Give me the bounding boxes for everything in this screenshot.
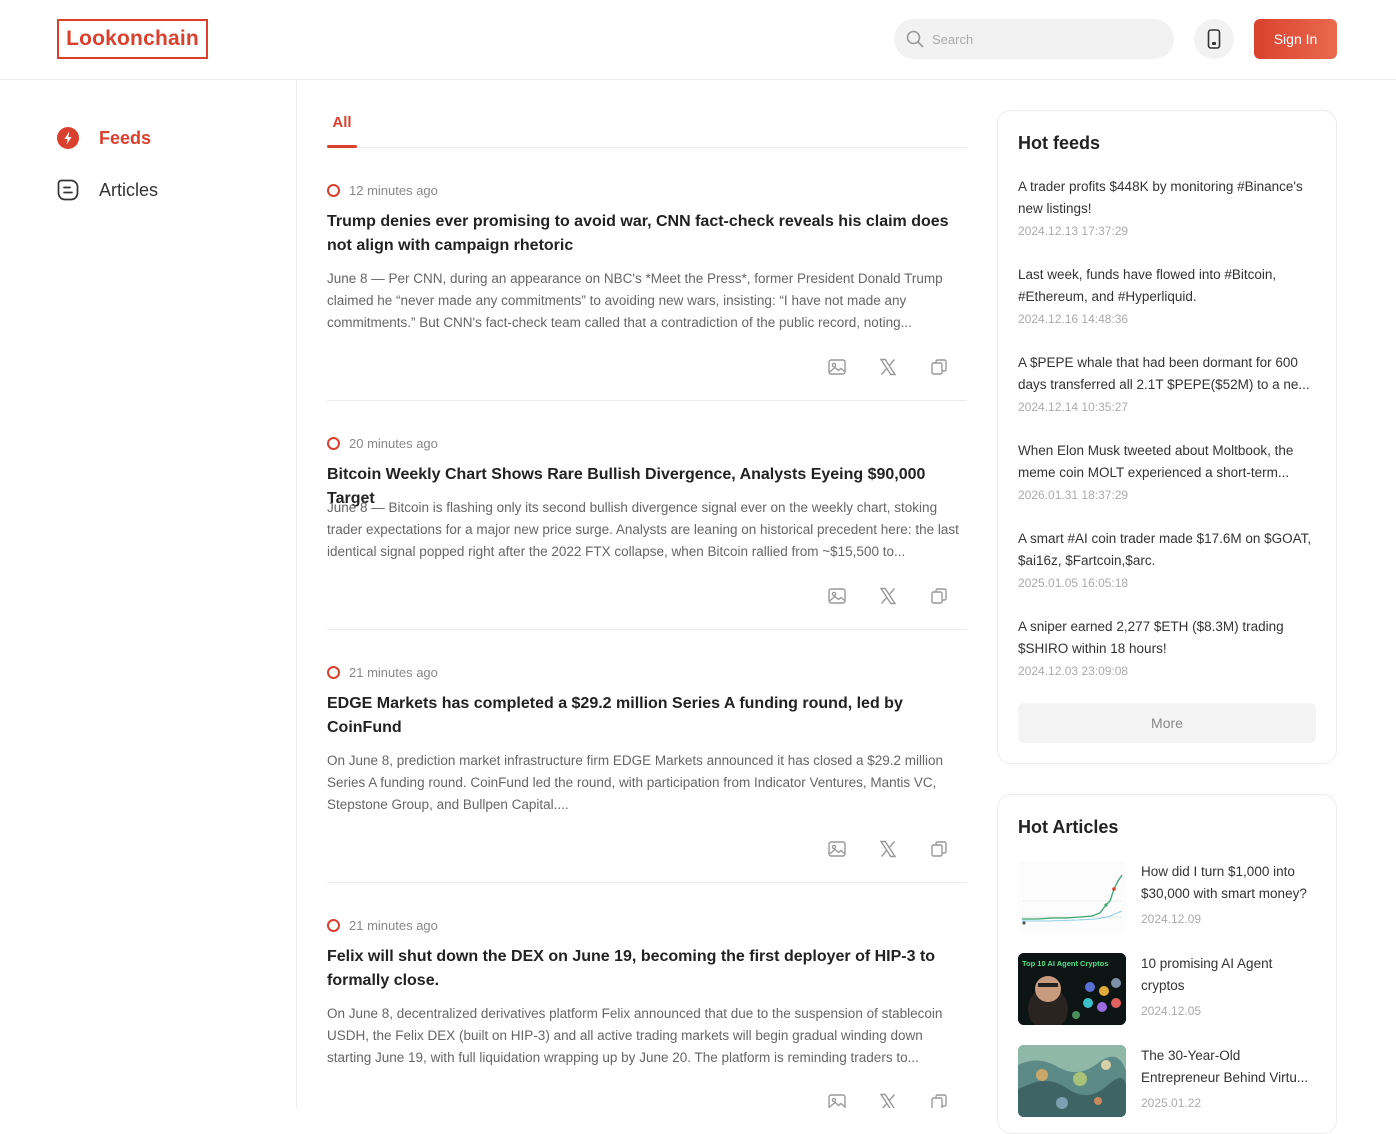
lightning-icon xyxy=(57,127,79,149)
feed-actions xyxy=(827,839,957,859)
feed-time-row: 20 minutes ago xyxy=(327,434,438,452)
x-twitter-icon[interactable] xyxy=(878,586,898,606)
hot-article-item[interactable]: The 30-Year-Old Entrepreneur Behind Virt… xyxy=(1018,1045,1318,1117)
sidebar-item-articles[interactable]: Articles xyxy=(57,178,158,202)
article-text: The 30-Year-Old Entrepreneur Behind Virt… xyxy=(1141,1045,1318,1110)
hot-feed-text: A $PEPE whale that had been dormant for … xyxy=(1018,355,1310,392)
feed-item[interactable]: 21 minutes ago Felix will shut down the … xyxy=(327,916,967,1108)
feed-title[interactable]: Trump denies ever promising to avoid war… xyxy=(327,210,967,258)
hot-feed-text: When Elon Musk tweeted about Moltbook, t… xyxy=(1018,443,1294,480)
feed-item[interactable]: 12 minutes ago Trump denies ever promisi… xyxy=(327,181,967,401)
article-text: 10 promising AI Agent cryptos 2024.12.05 xyxy=(1141,953,1318,1018)
article-title: The 30-Year-Old Entrepreneur Behind Virt… xyxy=(1141,1048,1309,1085)
feed-time-row: 21 minutes ago xyxy=(327,916,438,934)
tab-active-indicator xyxy=(327,145,357,148)
sidebar-item-label: Feeds xyxy=(99,127,152,148)
image-icon[interactable] xyxy=(827,839,847,859)
logo[interactable]: Lookonchain xyxy=(57,19,208,59)
timeline-dot xyxy=(327,183,340,197)
feed-item[interactable]: 21 minutes ago EDGE Markets has complete… xyxy=(327,663,967,883)
search-bar[interactable] xyxy=(894,19,1174,59)
feed-time: 20 minutes ago xyxy=(349,435,438,451)
hot-feeds-card: Hot feeds A trader profits $448K by moni… xyxy=(997,110,1337,764)
hot-feed-item[interactable]: A trader profits $448K by monitoring #Bi… xyxy=(1018,176,1318,238)
x-twitter-icon[interactable] xyxy=(878,839,898,859)
timeline-dot xyxy=(327,918,340,932)
feed-actions xyxy=(827,586,957,606)
hot-feed-text: A sniper earned 2,277 $ETH ($8.3M) tradi… xyxy=(1018,619,1284,656)
feed-time: 21 minutes ago xyxy=(349,917,438,933)
copy-icon[interactable] xyxy=(929,1092,949,1108)
hot-feed-text: A smart #AI coin trader made $17.6M on $… xyxy=(1018,531,1312,568)
sidebar-item-label: Articles xyxy=(99,179,159,200)
feed-title[interactable]: EDGE Markets has completed a $29.2 milli… xyxy=(327,692,967,740)
hot-article-item[interactable]: Top 10 AI Agent Cryptos 10 promising AI … xyxy=(1018,953,1318,1025)
search-input[interactable] xyxy=(932,19,1162,59)
hot-feed-date: 2025.01.05 16:05:18 xyxy=(1018,576,1129,590)
hot-feed-item[interactable]: Last week, funds have flowed into #Bitco… xyxy=(1018,264,1318,326)
mobile-app-button[interactable] xyxy=(1194,19,1234,59)
timeline-dot xyxy=(327,665,340,679)
hot-feed-date: 2024.12.03 23:09:08 xyxy=(1018,664,1129,678)
article-thumbnail: Top 10 AI Agent Cryptos xyxy=(1018,953,1126,1025)
feed-item[interactable]: 20 minutes ago Bitcoin Weekly Chart Show… xyxy=(327,434,967,630)
feed-title[interactable]: Felix will shut down the DEX on June 19,… xyxy=(327,945,967,993)
more-button[interactable]: More xyxy=(1018,703,1316,743)
feed-body: On June 8, decentralized derivatives pla… xyxy=(327,1006,943,1065)
copy-icon[interactable] xyxy=(929,357,949,377)
feed-body: June 8 — Per CNN, during an appearance o… xyxy=(327,271,943,330)
feed-body: On June 8, prediction market infrastruct… xyxy=(327,753,944,812)
phone-icon xyxy=(1207,29,1221,49)
article-title: How did I turn $1,000 into $30,000 with … xyxy=(1141,864,1307,901)
x-twitter-icon[interactable] xyxy=(878,357,898,377)
hot-feed-item[interactable]: When Elon Musk tweeted about Moltbook, t… xyxy=(1018,440,1318,502)
hot-feed-date: 2026.01.31 18:37:29 xyxy=(1018,488,1129,502)
header: Lookonchain Sign In xyxy=(0,0,1396,80)
image-icon[interactable] xyxy=(827,1092,847,1108)
feed-time: 12 minutes ago xyxy=(349,182,438,198)
article-text: How did I turn $1,000 into $30,000 with … xyxy=(1141,861,1318,926)
article-thumbnail xyxy=(1018,861,1126,933)
sidebar-item-feeds[interactable]: Feeds xyxy=(57,126,151,150)
hot-feed-date: 2024.12.14 10:35:27 xyxy=(1018,400,1129,414)
feed-time-row: 21 minutes ago xyxy=(327,663,438,681)
ai-crypto-thumbnail-graphic: Top 10 AI Agent Cryptos xyxy=(1018,953,1126,1025)
sign-in-button[interactable]: Sign In xyxy=(1254,19,1337,59)
hot-feed-date: 2024.12.13 17:37:29 xyxy=(1018,224,1129,238)
hot-feed-item[interactable]: A $PEPE whale that had been dormant for … xyxy=(1018,352,1318,414)
tab-bar: All xyxy=(327,108,967,148)
thumbnail-caption: Top 10 AI Agent Cryptos xyxy=(1022,959,1108,968)
image-icon[interactable] xyxy=(827,357,847,377)
hot-feed-text: Last week, funds have flowed into #Bitco… xyxy=(1018,267,1277,304)
map-thumbnail-graphic xyxy=(1018,1045,1126,1117)
article-date: 2024.12.09 xyxy=(1141,912,1202,926)
hot-feed-text: A trader profits $448K by monitoring #Bi… xyxy=(1018,179,1303,216)
hot-feed-item[interactable]: A sniper earned 2,277 $ETH ($8.3M) tradi… xyxy=(1018,616,1318,678)
timeline-dot xyxy=(327,436,340,450)
feed-actions xyxy=(827,1092,957,1108)
hot-feed-date: 2024.12.16 14:48:36 xyxy=(1018,312,1129,326)
tab-all[interactable]: All xyxy=(327,114,357,131)
article-icon xyxy=(57,179,79,201)
article-date: 2024.12.05 xyxy=(1141,1004,1202,1018)
hot-articles-title: Hot Articles xyxy=(1018,817,1119,837)
hot-articles-card: Hot Articles How did I turn $1,000 into … xyxy=(997,794,1337,1134)
hot-article-item[interactable]: How did I turn $1,000 into $30,000 with … xyxy=(1018,861,1318,933)
x-twitter-icon[interactable] xyxy=(878,1092,898,1108)
copy-icon[interactable] xyxy=(929,839,949,859)
article-title: 10 promising AI Agent cryptos xyxy=(1141,956,1273,993)
sidebar: Feeds Articles xyxy=(0,80,297,1108)
feed-list: All 12 minutes ago Trump denies ever pro… xyxy=(327,80,967,1108)
feed-body: June 8 — Bitcoin is flashing only its se… xyxy=(327,500,959,559)
feed-time-row: 12 minutes ago xyxy=(327,181,438,199)
image-icon[interactable] xyxy=(827,586,847,606)
feed-time: 21 minutes ago xyxy=(349,664,438,680)
chart-thumbnail-graphic xyxy=(1018,861,1126,933)
article-thumbnail xyxy=(1018,1045,1126,1117)
search-icon xyxy=(906,30,924,48)
hot-feeds-title: Hot feeds xyxy=(1018,133,1101,153)
copy-icon[interactable] xyxy=(929,586,949,606)
feed-actions xyxy=(827,357,957,377)
hot-feed-item[interactable]: A smart #AI coin trader made $17.6M on $… xyxy=(1018,528,1318,590)
